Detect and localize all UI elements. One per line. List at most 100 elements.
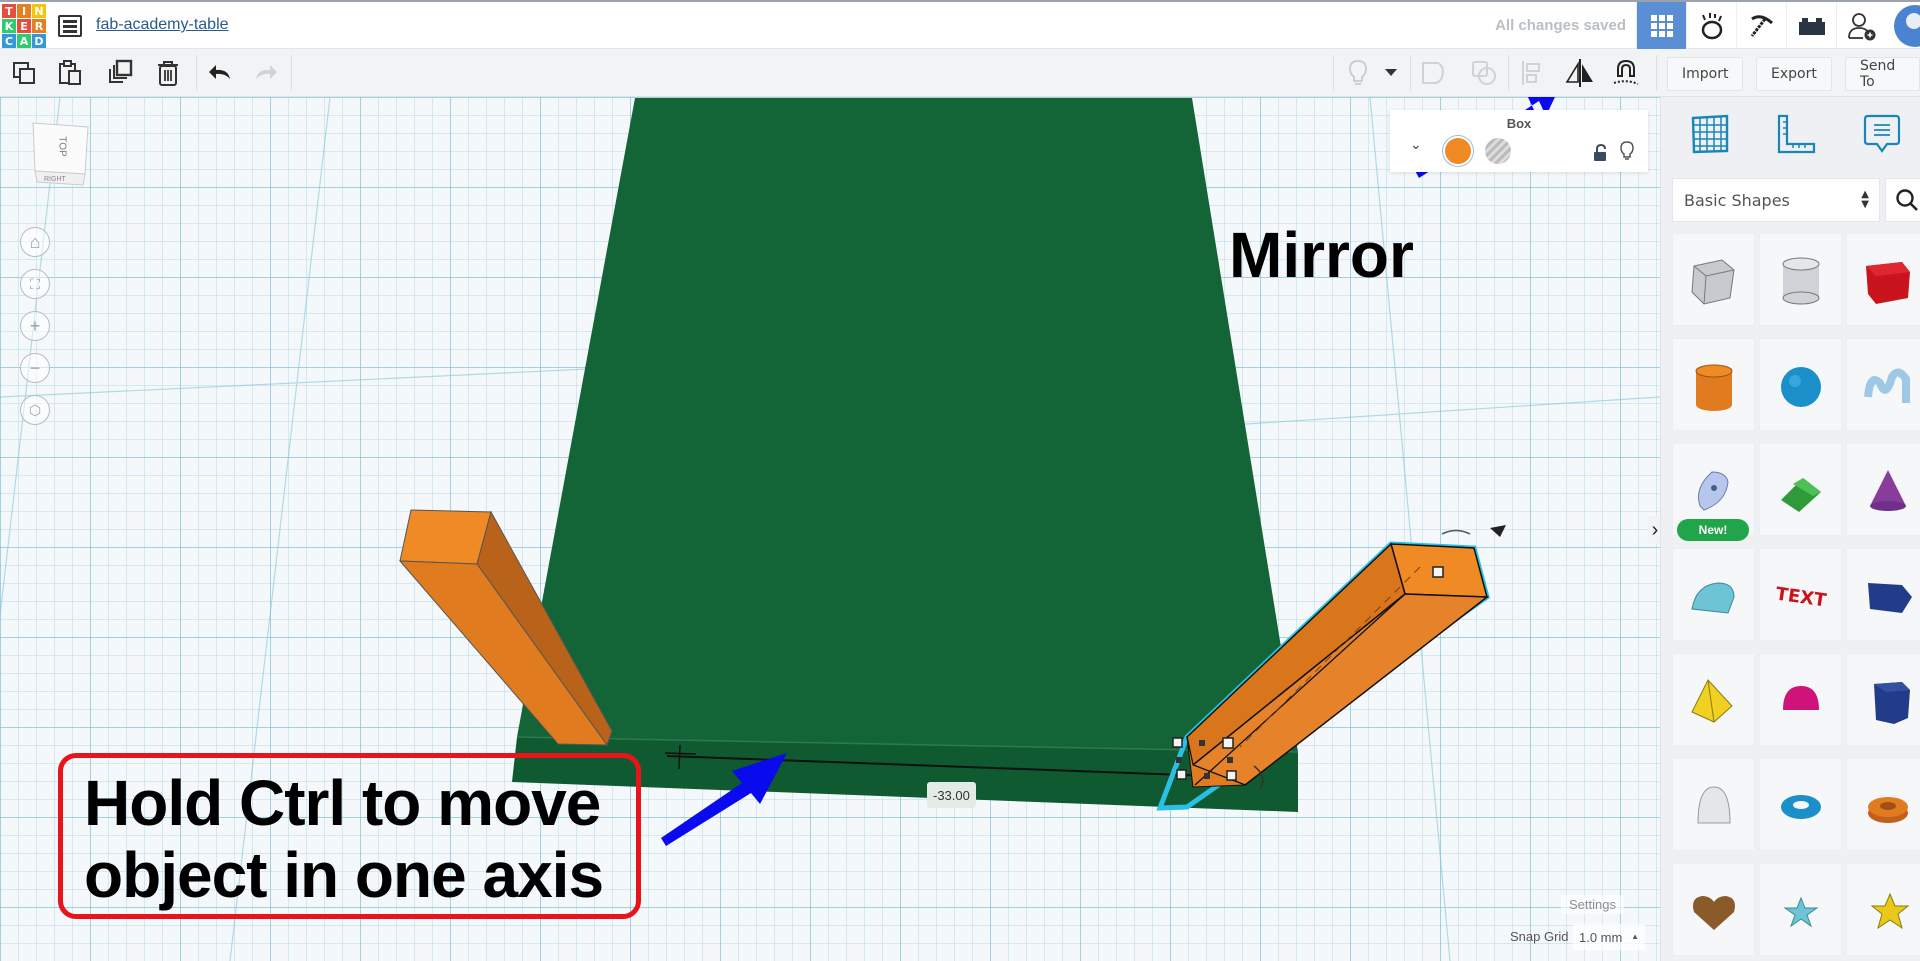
hole-swatch[interactable] [1485, 138, 1511, 164]
snap-grid-select[interactable]: 1.0 mm ▲ [1573, 924, 1645, 950]
home-icon: ⌂ [29, 231, 41, 252]
new-badge: New! [1677, 519, 1749, 541]
measurement-input[interactable]: -33.00 [927, 782, 976, 808]
zoom-in-button[interactable]: + [20, 311, 50, 341]
redo-button[interactable] [248, 55, 284, 91]
minecraft-button[interactable] [1736, 2, 1786, 50]
magnet-icon [1613, 59, 1639, 85]
align-button[interactable] [1514, 55, 1550, 91]
shape-tile-polygon[interactable] [1846, 548, 1920, 641]
round-roof-shape-icon [1690, 581, 1735, 614]
shape-tile-sphere[interactable] [1759, 338, 1842, 431]
text-shape-icon: TEXT [1774, 583, 1828, 611]
duplicate-icon [109, 59, 133, 83]
delete-button[interactable] [150, 55, 186, 91]
shape-tile-roof[interactable] [1759, 443, 1842, 536]
notes-dropdown-button[interactable] [1374, 55, 1408, 91]
shape-tile-cylinder-hole[interactable] [1759, 233, 1842, 326]
shape-tile-star[interactable] [1759, 863, 1842, 956]
settings-button[interactable]: Settings [1561, 895, 1624, 914]
notes-tool[interactable] [1857, 109, 1907, 159]
box-hole-shape-icon [1690, 258, 1735, 305]
shape-inspector: Box ⌄ [1390, 110, 1648, 172]
design-title[interactable]: fab-academy-table [96, 16, 229, 34]
design-list-icon[interactable] [58, 15, 82, 37]
logo-letter: K [2, 19, 16, 33]
duplicate-button[interactable] [102, 55, 138, 91]
shape-tile-box[interactable] [1846, 233, 1920, 326]
home-view-button[interactable]: ⌂ [20, 227, 50, 257]
rotate-handle-top[interactable] [1441, 529, 1471, 535]
notes-toggle-button[interactable] [1340, 55, 1376, 91]
codeblocks-icon [1701, 13, 1722, 40]
lift-handle[interactable] [1490, 525, 1506, 537]
group-button[interactable] [1416, 55, 1452, 91]
shape-tile-scribble[interactable] [1846, 338, 1920, 431]
export-button[interactable]: Export [1756, 57, 1832, 91]
bricks-button[interactable] [1786, 2, 1836, 50]
mirror-button[interactable] [1562, 55, 1598, 91]
shape-tile-heart[interactable] [1672, 863, 1755, 956]
tinkercad-logo[interactable]: TIN KER CAD [2, 4, 46, 48]
send-to-button[interactable]: Send To [1845, 57, 1920, 91]
copy-button[interactable] [6, 55, 42, 91]
undo-icon [209, 65, 230, 79]
shape-tile-box-hole[interactable] [1672, 233, 1755, 326]
shape-tile-paraboloid[interactable] [1672, 758, 1755, 851]
fit-view-button[interactable]: ⛶ [20, 269, 50, 299]
import-button[interactable]: Import [1667, 57, 1744, 91]
ctrl-tip-line-2: object in one axis [84, 839, 604, 911]
shape-tile-polygon-prism[interactable] [1846, 653, 1920, 746]
3d-workplane[interactable]: TOP RIGHT ⌂ ⛶ + − ⬡ Box ⌄ -33.00 Setting… [0, 97, 1660, 961]
tinkercad-editor: TIN KER CAD fab-academy-table All changes … [0, 0, 1920, 961]
undo-button[interactable] [202, 55, 238, 91]
logo-letter: I [17, 4, 31, 18]
zoom-out-button[interactable]: − [20, 353, 50, 383]
ungroup-button[interactable] [1466, 55, 1502, 91]
ctrl-tip-line-1: Hold Ctrl to move [84, 767, 601, 839]
ruler-tool[interactable] [1771, 109, 1821, 159]
shape-tile-round-roof[interactable] [1672, 548, 1755, 641]
paste-button[interactable] [52, 55, 88, 91]
sphere-shape-icon [1780, 366, 1821, 407]
view-cube[interactable]: TOP RIGHT [30, 119, 92, 189]
lightbulb-icon [1349, 60, 1367, 85]
shape-tile-cylinder[interactable] [1672, 338, 1755, 431]
codeblocks-button[interactable] [1686, 2, 1736, 50]
paraboloid-shape-icon [1696, 785, 1731, 823]
lightbulb-icon[interactable] [1619, 141, 1635, 161]
grid-icon [1650, 15, 1673, 37]
user-avatar[interactable] [1894, 5, 1920, 47]
top-header: TIN KER CAD fab-academy-table All changes … [0, 0, 1920, 50]
shape-library-select[interactable]: Basic Shapes ▲ ▼ [1672, 178, 1880, 222]
shape-search-button[interactable] [1885, 178, 1920, 222]
collapse-chevron-icon[interactable]: ⌄ [1410, 136, 1422, 153]
invite-button[interactable] [1836, 2, 1886, 50]
cylinder-shape-icon [1695, 364, 1732, 411]
3d-design-view-button[interactable] [1636, 2, 1686, 50]
unlock-icon[interactable] [1593, 144, 1607, 162]
shape-tile-half-sphere[interactable] [1759, 653, 1842, 746]
shape-tile-star-extruded[interactable] [1846, 863, 1920, 956]
shapes-panel: Basic Shapes ▲ ▼ TEXT New! [1660, 97, 1920, 961]
shape-tile-text[interactable]: TEXT [1759, 548, 1842, 641]
green-plate-top[interactable] [517, 98, 1298, 752]
solid-color-swatch[interactable] [1445, 138, 1471, 164]
brick-icon [1798, 18, 1825, 35]
select-arrows-icon: ▲ ▼ [1861, 189, 1869, 210]
cone-shape-icon [1869, 469, 1906, 511]
workplane-tool[interactable] [1685, 109, 1735, 159]
logo-letter: D [32, 34, 46, 48]
snap-grid-value: 1.0 mm [1579, 929, 1623, 945]
group-icon [1422, 62, 1444, 84]
search-icon [1896, 189, 1918, 211]
shape-tile-torus[interactable] [1759, 758, 1842, 851]
ungroup-icon [1472, 61, 1496, 85]
minus-icon: − [29, 357, 41, 378]
perspective-button[interactable]: ⬡ [20, 395, 50, 425]
cruise-button[interactable] [1608, 55, 1644, 91]
shape-tile-cone[interactable] [1846, 443, 1920, 536]
align-icon [1522, 61, 1540, 85]
shape-tile-pyramid[interactable] [1672, 653, 1755, 746]
shape-tile-tube[interactable] [1846, 758, 1920, 851]
